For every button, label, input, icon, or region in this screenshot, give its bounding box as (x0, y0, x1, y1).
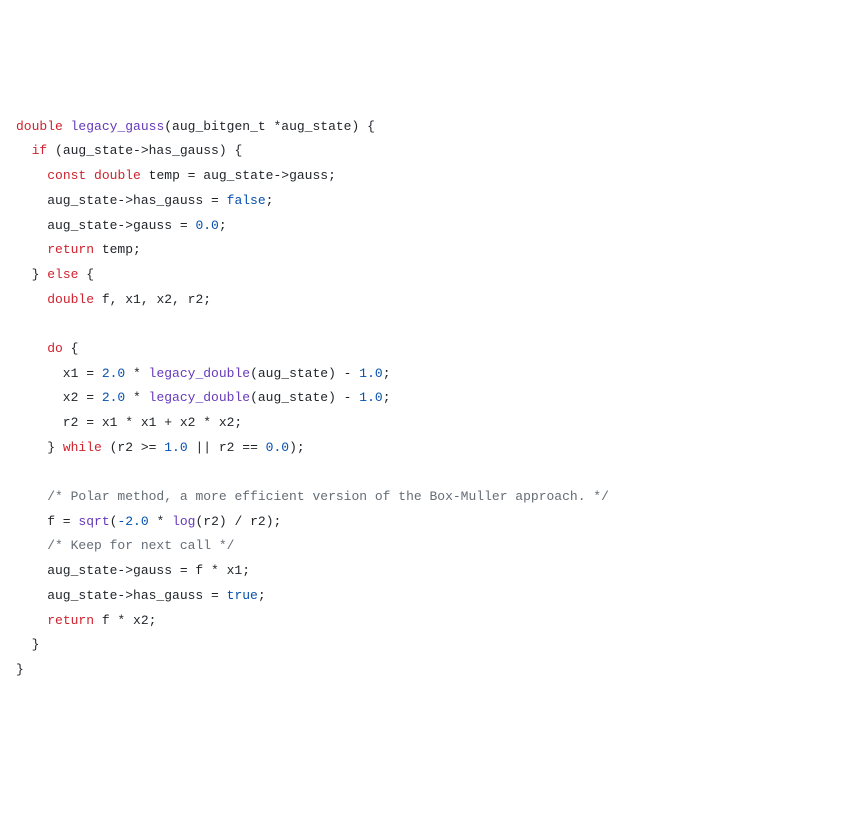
code-token: double (94, 168, 141, 183)
code-token: * (149, 514, 172, 529)
code-token: /* Polar method, a more efficient versio… (47, 489, 609, 504)
code-token: do (47, 341, 63, 356)
code-token: ; (258, 588, 266, 603)
code-line: return f * x2; (16, 613, 156, 628)
code-token: /* Keep for next call */ (47, 538, 234, 553)
code-token: legacy_double (149, 390, 250, 405)
code-line: } else { (16, 267, 94, 282)
code-token (16, 242, 47, 257)
code-line: r2 = x1 * x1 + x2 * x2; (16, 415, 242, 430)
code-line: double f, x1, x2, r2; (16, 292, 211, 307)
code-token: double (47, 292, 94, 307)
code-token: f, x1, x2, r2; (94, 292, 211, 307)
code-token: ; (266, 193, 274, 208)
code-token: if (32, 143, 48, 158)
code-token: legacy_double (149, 366, 250, 381)
code-token: false (227, 193, 266, 208)
code-token: ; (219, 218, 227, 233)
code-line: f = sqrt(-2.0 * log(r2) / r2); (16, 514, 281, 529)
code-line: aug_state->gauss = 0.0; (16, 218, 227, 233)
code-token (16, 489, 47, 504)
code-token: * (125, 366, 148, 381)
code-token: 1.0 (359, 366, 382, 381)
code-line: /* Keep for next call */ (16, 538, 234, 553)
code-token: return (47, 242, 94, 257)
code-line: } while (r2 >= 1.0 || r2 == 0.0); (16, 440, 305, 455)
code-token: ); (289, 440, 305, 455)
code-token: (aug_state->has_gauss) { (47, 143, 242, 158)
code-token: || r2 == (188, 440, 266, 455)
code-token: x1 = (16, 366, 102, 381)
code-token (16, 538, 47, 553)
code-token: sqrt (78, 514, 109, 529)
code-token: 0.0 (195, 218, 218, 233)
code-token: 1.0 (164, 440, 187, 455)
code-token: (r2) / r2); (195, 514, 281, 529)
code-line: x1 = 2.0 * legacy_double(aug_state) - 1.… (16, 366, 391, 381)
code-token (86, 168, 94, 183)
code-token: temp = aug_state->gauss; (141, 168, 336, 183)
code-token: } (16, 267, 47, 282)
code-token: { (78, 267, 94, 282)
code-line: do { (16, 341, 78, 356)
code-token: 2.0 (102, 390, 125, 405)
code-token (16, 143, 32, 158)
code-line: const double temp = aug_state->gauss; (16, 168, 336, 183)
code-line: aug_state->has_gauss = false; (16, 193, 273, 208)
code-line: double legacy_gauss(aug_bitgen_t *aug_st… (16, 119, 375, 134)
code-line: } (16, 637, 39, 652)
code-token: (aug_state) - (250, 366, 359, 381)
code-token: ; (383, 366, 391, 381)
code-token: * (125, 390, 148, 405)
code-token (16, 292, 47, 307)
code-token: 1.0 (359, 390, 382, 405)
code-token: temp; (94, 242, 141, 257)
code-token: } (16, 662, 24, 677)
code-token: (aug_state) - (250, 390, 359, 405)
code-line: /* Polar method, a more efficient versio… (16, 489, 609, 504)
code-token: (aug_bitgen_t *aug_state) { (164, 119, 375, 134)
code-token: while (63, 440, 102, 455)
code-token: log (172, 514, 195, 529)
code-token (16, 341, 47, 356)
code-token: true (227, 588, 258, 603)
code-token: aug_state->has_gauss = (16, 588, 227, 603)
code-token: else (47, 267, 78, 282)
code-token (16, 613, 47, 628)
code-line: aug_state->has_gauss = true; (16, 588, 266, 603)
code-token: { (63, 341, 79, 356)
code-token: (r2 >= (102, 440, 164, 455)
code-block: double legacy_gauss(aug_bitgen_t *aug_st… (16, 115, 837, 683)
code-line: return temp; (16, 242, 141, 257)
code-token: aug_state->gauss = f * x1; (16, 563, 250, 578)
code-token: } (16, 637, 39, 652)
code-line: if (aug_state->has_gauss) { (16, 143, 242, 158)
code-token: } (16, 440, 63, 455)
code-token: double (16, 119, 63, 134)
code-line: x2 = 2.0 * legacy_double(aug_state) - 1.… (16, 390, 391, 405)
code-token: r2 = x1 * x1 + x2 * x2; (16, 415, 242, 430)
code-token: f * x2; (94, 613, 156, 628)
code-token: aug_state->gauss = (16, 218, 195, 233)
code-token: 0.0 (266, 440, 289, 455)
code-token: 2.0 (102, 366, 125, 381)
code-token: legacy_gauss (71, 119, 165, 134)
code-token: x2 = (16, 390, 102, 405)
code-line: } (16, 662, 24, 677)
code-token (63, 119, 71, 134)
code-token: const (47, 168, 86, 183)
code-token: f = (16, 514, 78, 529)
code-token: ; (383, 390, 391, 405)
code-token: -2.0 (117, 514, 148, 529)
code-token: return (47, 613, 94, 628)
code-token (16, 168, 47, 183)
code-token: aug_state->has_gauss = (16, 193, 227, 208)
code-line: aug_state->gauss = f * x1; (16, 563, 250, 578)
